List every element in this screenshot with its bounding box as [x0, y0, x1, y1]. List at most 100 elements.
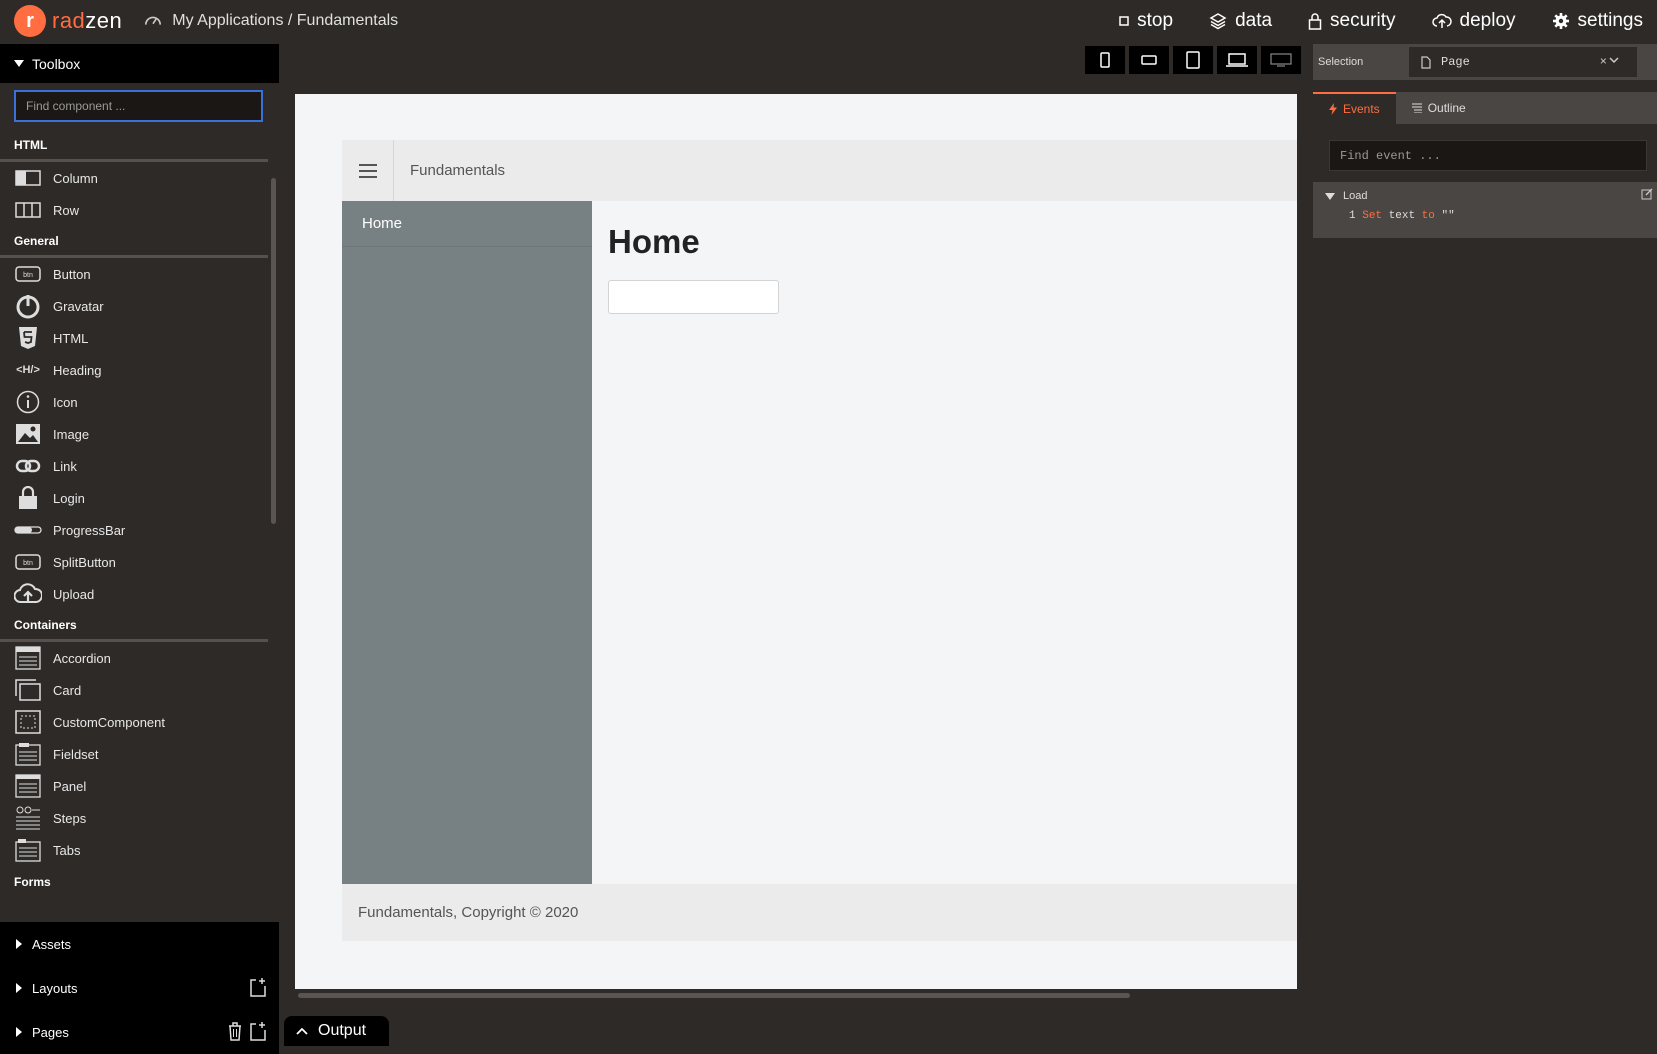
component-tabs[interactable]: Tabs [0, 834, 272, 866]
app-title: Fundamentals [410, 162, 506, 179]
caret-down-icon [1325, 192, 1335, 200]
event-action[interactable]: 1 Set text to "" [1313, 210, 1657, 222]
trash-icon[interactable] [227, 1021, 243, 1041]
phone-landscape-button[interactable] [1129, 46, 1169, 74]
design-canvas[interactable]: Fundamentals Home Home Fundamentals, Cop… [295, 94, 1297, 989]
toolbox-header[interactable]: Toolbox [0, 44, 279, 83]
splitbutton-icon: btn [14, 550, 42, 574]
textbox[interactable] [608, 280, 779, 314]
laptop-button[interactable] [1217, 46, 1257, 74]
dashboard-icon [145, 16, 162, 25]
page-icon [1421, 55, 1431, 69]
component-steps[interactable]: Steps [0, 802, 272, 834]
clear-selection-icon[interactable]: × [1600, 55, 1607, 69]
page-heading[interactable]: Home [608, 223, 700, 261]
layouts-section[interactable]: Layouts [0, 966, 279, 1010]
component-link[interactable]: Link [0, 450, 272, 482]
deploy-button[interactable]: deploy [1431, 10, 1516, 32]
section-html: HTML [0, 130, 268, 162]
caret-right-icon [16, 1027, 22, 1037]
tab-outline[interactable]: Outline [1396, 92, 1482, 124]
panel-icon [14, 774, 42, 798]
component-fieldset[interactable]: Fieldset [0, 738, 272, 770]
component-image[interactable]: Image [0, 418, 272, 450]
stop-icon [1119, 16, 1129, 26]
app-header[interactable]: Fundamentals [342, 140, 1297, 201]
assets-section[interactable]: Assets [0, 922, 279, 966]
accordion-icon [14, 646, 42, 670]
svg-text:btn: btn [23, 272, 33, 279]
selection-label: Selection [1318, 56, 1364, 68]
panel-tabs: Events Outline [1313, 92, 1657, 124]
column-icon [14, 166, 42, 190]
desktop-button[interactable] [1261, 46, 1301, 74]
top-nav: stop data security deploy settings [1083, 0, 1643, 42]
component-search-input[interactable] [14, 90, 263, 122]
component-accordion[interactable]: Accordion [0, 642, 272, 674]
section-containers: Containers [0, 610, 268, 642]
caret-down-icon [14, 60, 24, 67]
component-panel[interactable]: Panel [0, 770, 272, 802]
security-button[interactable]: security [1308, 10, 1396, 32]
canvas-horizontal-scrollbar[interactable] [298, 993, 1130, 998]
event-load[interactable]: Load 1 Set text to "" [1313, 182, 1657, 238]
component-row[interactable]: Row [0, 194, 272, 226]
component-button[interactable]: btn Button [0, 258, 272, 290]
component-login[interactable]: Login [0, 482, 272, 514]
button-icon: btn [14, 262, 42, 286]
power-icon [14, 294, 42, 319]
component-upload[interactable]: Upload [0, 578, 272, 610]
lightning-icon [1329, 103, 1337, 115]
top-bar: r radzen My Applications / Fundamentals … [0, 0, 1657, 42]
phone-portrait-button[interactable] [1085, 46, 1125, 74]
caret-right-icon [16, 939, 22, 949]
breadcrumb-text[interactable]: My Applications / Fundamentals [172, 12, 398, 30]
event-load-header[interactable]: Load [1313, 182, 1657, 210]
tabs-icon [14, 838, 42, 862]
event-search-input[interactable] [1329, 140, 1647, 171]
new-file-icon[interactable] [249, 977, 267, 997]
component-html[interactable]: HTML [0, 322, 272, 354]
layers-icon [1209, 13, 1227, 30]
stop-button[interactable]: stop [1119, 10, 1173, 32]
toolbox-scrollbar[interactable] [271, 178, 276, 524]
radzen-logo[interactable]: r radzen [14, 5, 122, 37]
new-file-icon[interactable] [249, 1021, 267, 1041]
desktop-icon [1270, 53, 1292, 67]
component-customcomponent[interactable]: CustomComponent [0, 706, 272, 738]
breadcrumb[interactable]: My Applications / Fundamentals [144, 12, 398, 30]
chevron-down-icon[interactable] [1609, 56, 1619, 64]
app-footer[interactable]: Fundamentals, Copyright © 2020 [342, 884, 1297, 941]
svg-text:btn: btn [23, 560, 33, 567]
app-body[interactable]: Home [592, 201, 1297, 884]
settings-button[interactable]: settings [1552, 10, 1643, 32]
component-icon[interactable]: Icon [0, 386, 272, 418]
laptop-icon [1226, 53, 1248, 67]
component-card[interactable]: Card [0, 674, 272, 706]
component-heading[interactable]: <H/> Heading [0, 354, 272, 386]
data-button[interactable]: data [1209, 10, 1272, 32]
pages-section[interactable]: Pages [0, 1010, 279, 1054]
component-gravatar[interactable]: Gravatar [0, 290, 272, 322]
output-tab[interactable]: Output [284, 1016, 389, 1046]
image-icon [14, 422, 42, 446]
component-column[interactable]: Column [0, 162, 272, 194]
component-splitbutton[interactable]: btn SplitButton [0, 546, 272, 578]
sidebar-item-home[interactable]: Home [342, 201, 592, 247]
phone-icon [1100, 52, 1110, 68]
selection-dropdown[interactable]: Page × [1409, 47, 1637, 77]
section-forms: Forms [14, 875, 51, 889]
logo-mark-icon: r [14, 5, 46, 37]
sidebar-toggle[interactable] [342, 140, 394, 201]
component-progressbar[interactable]: ProgressBar [0, 514, 272, 546]
phone-landscape-icon [1141, 55, 1157, 65]
tablet-icon [1186, 51, 1200, 69]
edit-icon[interactable] [1641, 188, 1653, 200]
app-sidebar[interactable]: Home [342, 201, 592, 884]
toolbox-panel: Toolbox HTML Column Row General btn Butt… [0, 44, 279, 1054]
custom-component-icon [14, 710, 42, 734]
tablet-button[interactable] [1173, 46, 1213, 74]
info-icon [14, 390, 42, 414]
tab-events[interactable]: Events [1313, 92, 1396, 124]
cloud-upload-icon [14, 582, 42, 606]
